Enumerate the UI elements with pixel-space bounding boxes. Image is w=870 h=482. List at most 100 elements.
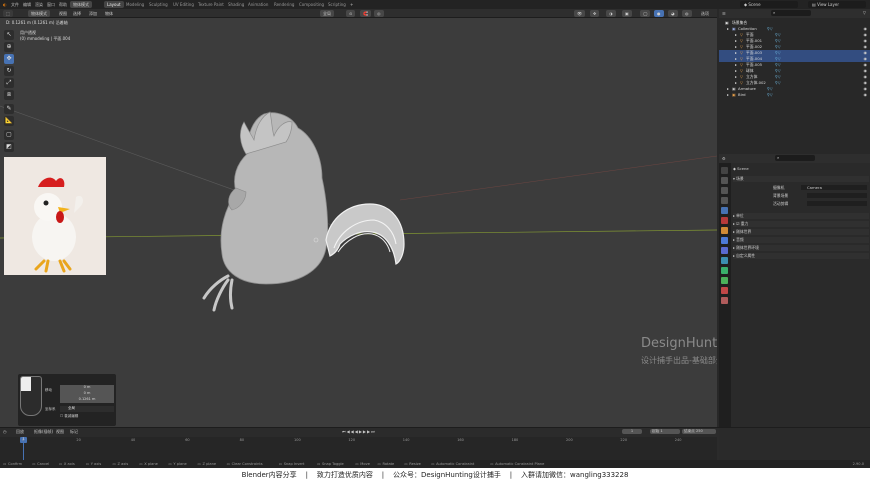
render-tab-icon[interactable] (721, 177, 728, 184)
outliner-search-input[interactable]: ⌕ (771, 10, 811, 16)
transform-orientation-dropdown[interactable]: 全局 (320, 10, 334, 17)
menu-marker[interactable]: 标记 (70, 429, 78, 435)
material-tab-icon[interactable] (721, 287, 728, 294)
expand-arrow-icon[interactable]: ▸ (727, 92, 729, 97)
proportional-checkbox[interactable]: ☐ 衰减编辑 (60, 414, 78, 419)
current-frame-field[interactable]: 1 (622, 429, 642, 434)
custom-props-panel[interactable]: ▸ 自定义属性 (733, 253, 869, 259)
menu-keying[interactable]: 抠像(插帧) (34, 429, 53, 435)
expand-arrow-icon[interactable]: ▸ (727, 26, 729, 31)
rigidbody-env-panel[interactable]: ▸ 刚体世界环境 (733, 245, 869, 251)
menu-playback[interactable]: 回放 (16, 429, 24, 435)
mode-button[interactable]: 物体模式 (70, 1, 92, 8)
expand-arrow-icon[interactable]: ▸ (735, 68, 737, 73)
menu-help[interactable]: 帮助 (59, 2, 67, 8)
pivot-icon[interactable]: ⊙ (346, 10, 356, 17)
rigidbody-world-panel[interactable]: ▸ 刚体世界 (733, 229, 869, 235)
transform-tool-icon[interactable]: ⧈ (4, 90, 14, 100)
rotate-tool-icon[interactable]: ↻ (4, 66, 14, 76)
object-mode-dropdown[interactable]: 物体模式 (28, 10, 50, 17)
active-clip-field[interactable] (807, 201, 867, 206)
add-cube-tool-icon[interactable]: ▢ (4, 130, 14, 140)
menu-edit[interactable]: 编辑 (23, 2, 31, 8)
editor-type-icon[interactable]: ⬚ (3, 10, 13, 17)
visibility-eye-icon[interactable]: ◉ (864, 38, 868, 43)
visibility-eye-icon[interactable]: ◉ (864, 80, 868, 85)
expand-arrow-icon[interactable]: ▸ (735, 32, 737, 37)
visibility-eye-icon[interactable]: ◉ (864, 62, 868, 67)
data-tab-icon[interactable] (721, 277, 728, 284)
proportional-edit-icon[interactable]: ◎ (374, 10, 384, 17)
properties-type-icon[interactable]: ⚙ (722, 156, 726, 161)
visibility-eye-icon[interactable]: ◉ (864, 50, 868, 55)
constraints-tab-icon[interactable] (721, 267, 728, 274)
visibility-eye-icon[interactable]: ◉ (864, 26, 868, 31)
visibility-icon[interactable]: 👁 (574, 10, 586, 17)
view-layer-selector[interactable]: ▤ View Layer (808, 1, 866, 8)
outliner-row[interactable]: ▸ ▽ 平面.001 ⚲▽ ◉ (719, 38, 870, 44)
timeline-track[interactable]: 1 (0, 437, 717, 460)
scale-tool-icon[interactable]: ⤢ (4, 78, 14, 88)
expand-arrow-icon[interactable]: ▸ (735, 50, 737, 55)
outliner-row[interactable]: ▸ ▽ 平面 ⚲▽ ◉ (719, 32, 870, 38)
tab-uv-editing[interactable]: UV Editing (170, 1, 197, 8)
tab-sculpting[interactable]: Sculpting (146, 1, 171, 8)
scene-selector[interactable]: ◆ Scene (740, 1, 798, 8)
expand-arrow-icon[interactable]: ▸ (735, 62, 737, 67)
menu-view[interactable]: 视图 (56, 10, 70, 17)
menu-add[interactable]: 添加 (86, 10, 100, 17)
outliner-scene-collection[interactable]: ▣ 场景集合 (719, 20, 870, 26)
measure-tool-icon[interactable]: 📐 (4, 116, 14, 126)
outliner-row[interactable]: ▸ ▽ 平面.002 ⚲▽ ◉ (719, 44, 870, 50)
3d-viewport[interactable]: D: 0.1261 m (0.1261 m) 沿着轴 用户透视 (0) mmod… (0, 18, 717, 427)
outliner-type-icon[interactable]: ☰ (722, 11, 726, 16)
prev-key-icon[interactable]: ◀◀ (347, 429, 355, 434)
particles-tab-icon[interactable] (721, 247, 728, 254)
expand-arrow-icon[interactable]: ▸ (727, 86, 729, 91)
outliner-row[interactable]: ▸ ▽ 平面.004 ⚲▽ ◉ (719, 56, 870, 62)
tab-animation[interactable]: Animation (245, 1, 271, 8)
object-tab-icon[interactable] (721, 227, 728, 234)
tool-tab-icon[interactable] (721, 167, 728, 174)
expand-arrow-icon[interactable]: ▸ (735, 74, 737, 79)
scene-tab-icon[interactable] (721, 207, 728, 214)
scene-panel-header[interactable]: ▾ 场景 (733, 176, 869, 182)
gravity-panel[interactable]: ▸ ☑ 重力 (733, 221, 869, 227)
gizmo-icon[interactable]: ✥ (590, 10, 600, 17)
outliner-row[interactable]: ▸ ▽ 立方体.002 ⚲▽ ◉ (719, 80, 870, 86)
snap-icon[interactable]: 🧲 (360, 10, 371, 17)
texture-tab-icon[interactable] (721, 297, 728, 304)
properties-search-input[interactable]: ⌕ (775, 155, 815, 161)
outliner-row[interactable]: ▸ ▣ Armature ⚲▽ ◉ (719, 86, 870, 92)
add-workspace-icon[interactable]: + (350, 2, 353, 7)
modifier-tab-icon[interactable] (721, 237, 728, 244)
visibility-eye-icon[interactable]: ◉ (864, 44, 868, 49)
timeline[interactable]: ◷ 回放 抠像(插帧) 视图 标记 ⏮◀◀◀▶▶▶⏭ 1 起始 1 结束点 25… (0, 427, 870, 461)
playback-controls[interactable]: ⏮◀◀◀▶▶▶⏭ (342, 429, 376, 434)
next-key-icon[interactable]: ▶▶ (363, 429, 371, 434)
units-panel[interactable]: ▸ 单位 (733, 213, 869, 219)
move-z-field[interactable]: 0.1261 m (60, 397, 114, 403)
tab-compositing[interactable]: Compositing (296, 1, 327, 8)
annotate-tool-icon[interactable]: ✎ (4, 104, 14, 114)
visibility-eye-icon[interactable]: ◉ (864, 68, 868, 73)
audio-panel[interactable]: ▸ 音频 (733, 237, 869, 243)
expand-arrow-icon[interactable]: ▸ (735, 56, 737, 61)
outliner-row[interactable]: ▸ ▽ 立方体 ⚲▽ ◉ (719, 74, 870, 80)
output-tab-icon[interactable] (721, 187, 728, 194)
menu-view[interactable]: 视图 (56, 429, 64, 435)
physics-tab-icon[interactable] (721, 257, 728, 264)
rendered-shading-icon[interactable]: ◍ (682, 10, 692, 17)
menu-file[interactable]: 文件 (11, 2, 19, 8)
solid-shading-icon[interactable]: ● (654, 10, 664, 17)
wireframe-shading-icon[interactable]: ◯ (640, 10, 651, 17)
menu-window[interactable]: 窗口 (47, 2, 55, 8)
overlay-icon[interactable]: ◑ (606, 10, 616, 17)
tab-layout[interactable]: Layout (104, 1, 124, 8)
menu-object[interactable]: 物体 (102, 10, 116, 17)
menu-render[interactable]: 渲染 (35, 2, 43, 8)
filter-icon[interactable]: ▽ (863, 10, 866, 15)
tab-modeling[interactable]: Modeling (123, 1, 147, 8)
menu-select[interactable]: 选择 (70, 10, 84, 17)
outliner-row[interactable]: ▸ ▽ 平面.005 ⚲▽ ◉ (719, 62, 870, 68)
